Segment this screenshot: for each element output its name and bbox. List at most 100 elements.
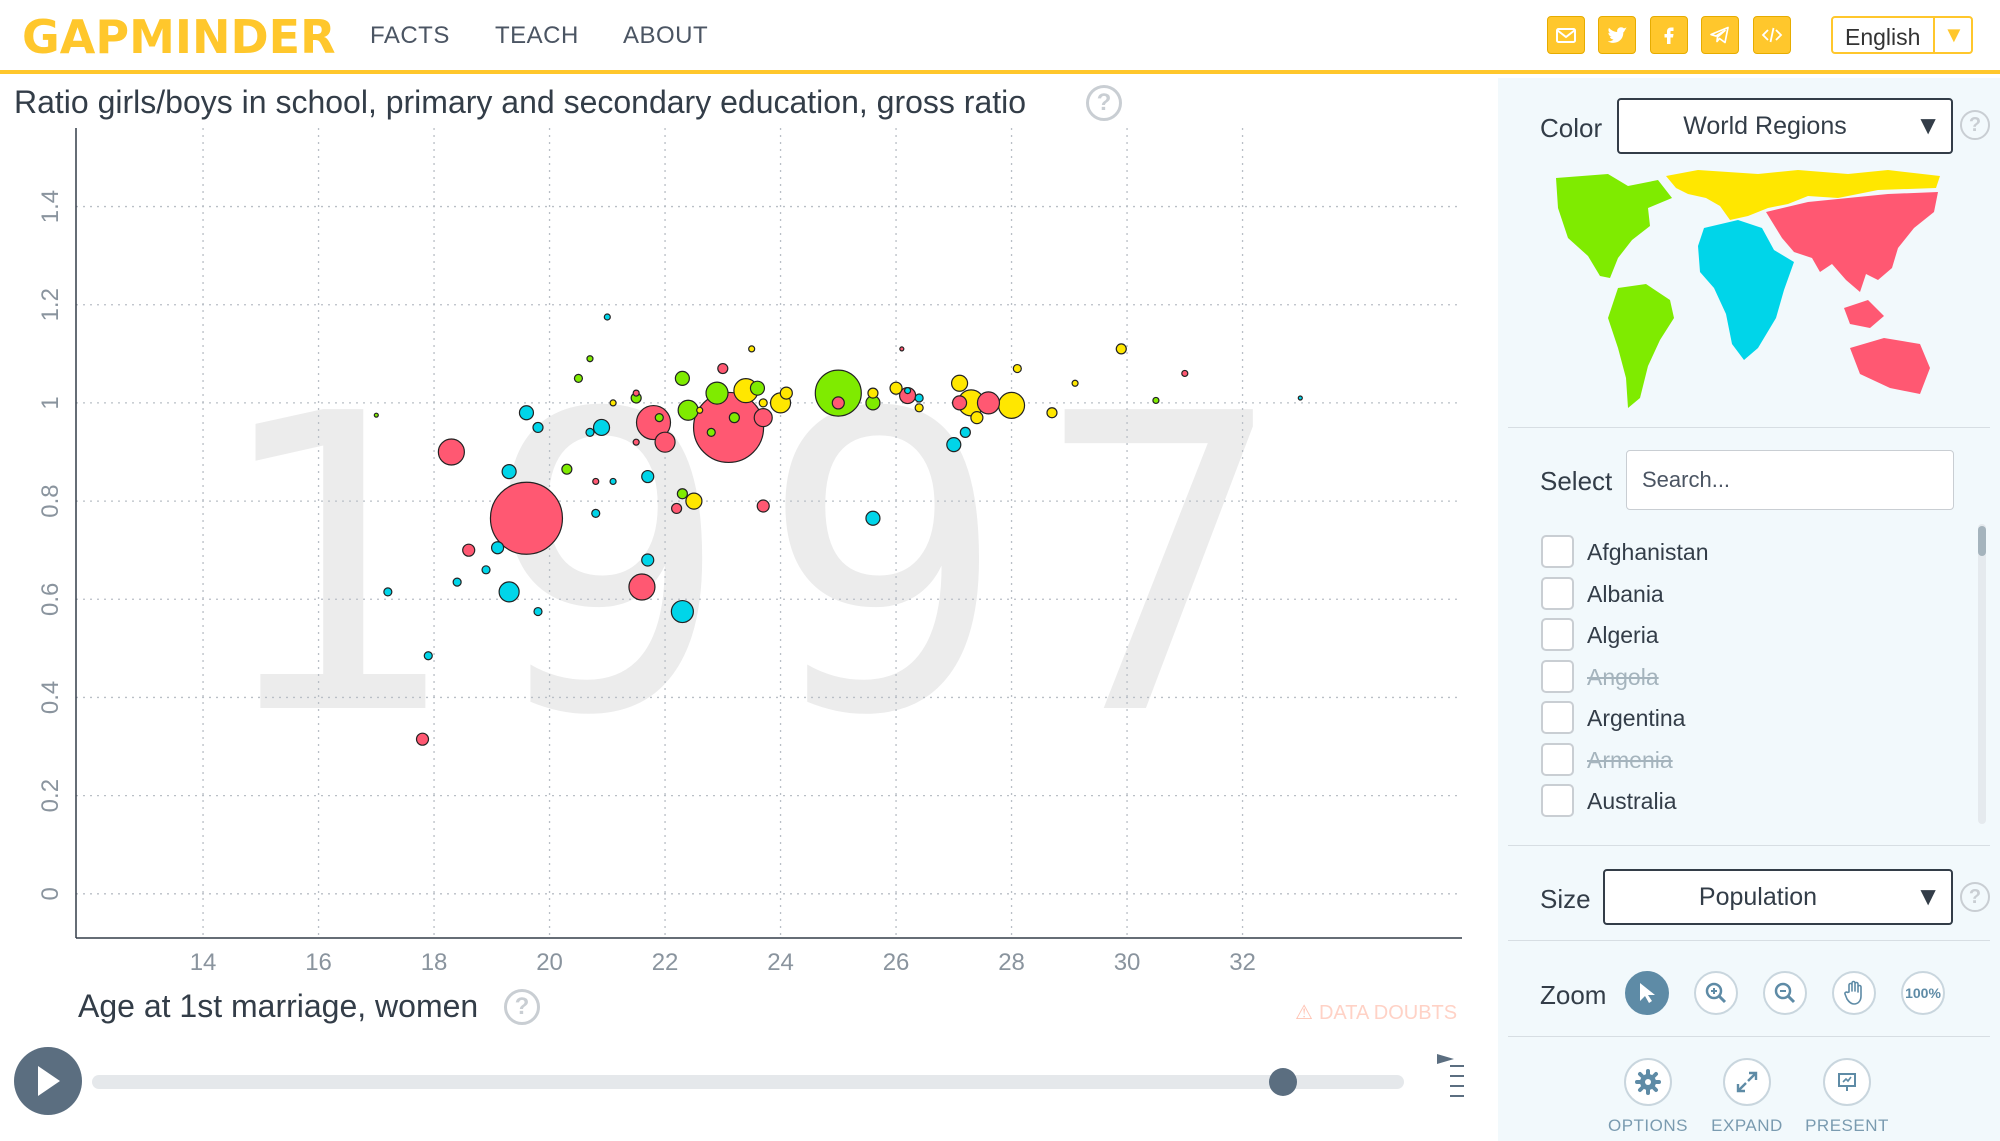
bubble-africa[interactable] <box>501 464 517 480</box>
bubble-europe[interactable] <box>685 492 703 510</box>
bubble-americas[interactable] <box>373 412 379 418</box>
bubble-asia[interactable] <box>592 477 600 486</box>
bubble-asia[interactable] <box>632 438 640 446</box>
bubble-africa[interactable] <box>591 508 601 518</box>
bubble-asia[interactable] <box>462 543 476 557</box>
twitter-share-button[interactable] <box>1598 16 1636 54</box>
bubble-africa[interactable] <box>383 587 393 597</box>
bubble-africa[interactable] <box>670 599 694 624</box>
timeline-slider-track[interactable] <box>92 1075 1404 1089</box>
play-button[interactable] <box>14 1047 82 1115</box>
y-axis-help-icon[interactable]: ? <box>1086 85 1122 121</box>
bubble-africa[interactable] <box>490 541 505 555</box>
bubble-americas[interactable] <box>749 380 766 396</box>
bubble-europe[interactable] <box>1012 363 1022 374</box>
expand-button[interactable]: EXPAND <box>1697 1058 1797 1136</box>
bubble-asia[interactable] <box>831 396 845 410</box>
zoom-reset-button[interactable]: 100% <box>1901 971 1945 1015</box>
bubble-africa[interactable] <box>533 606 543 617</box>
language-select[interactable]: English ▼ <box>1831 16 1973 54</box>
bubble-asia[interactable] <box>670 502 683 515</box>
bubble-africa[interactable] <box>481 565 491 575</box>
bubble-asia[interactable] <box>632 389 640 397</box>
bubble-europe[interactable] <box>609 399 617 407</box>
bubble-africa[interactable] <box>914 393 924 403</box>
country-checkbox[interactable] <box>1541 659 1574 693</box>
bubble-europe[interactable] <box>1071 379 1079 387</box>
bubble-europe[interactable] <box>1046 407 1058 419</box>
nav-teach[interactable]: TEACH <box>495 22 579 50</box>
bubble-europe[interactable] <box>1115 343 1127 355</box>
facebook-share-button[interactable] <box>1650 16 1688 54</box>
bubble-asia[interactable] <box>1181 369 1189 378</box>
country-checkbox[interactable] <box>1541 576 1574 610</box>
bubble-americas[interactable] <box>654 413 664 423</box>
bubble-americas[interactable] <box>706 427 716 437</box>
bubble-europe[interactable] <box>758 398 768 408</box>
bubble-europe[interactable] <box>748 345 756 353</box>
options-button[interactable]: OPTIONS <box>1598 1058 1698 1136</box>
x-axis-title[interactable]: Age at 1st marriage, women <box>78 988 478 1025</box>
nav-about[interactable]: ABOUT <box>623 22 708 50</box>
bubble-americas[interactable] <box>705 381 729 405</box>
data-doubts-link[interactable]: ⚠ DATA DOUBTS <box>1295 1000 1457 1025</box>
country-checkbox[interactable] <box>1541 535 1574 568</box>
size-dropdown[interactable]: Population ▼ <box>1603 869 1953 925</box>
bubble-americas[interactable] <box>674 370 690 386</box>
bubble-africa[interactable] <box>532 421 544 434</box>
bubble-africa[interactable] <box>1297 395 1303 401</box>
bubble-africa[interactable] <box>423 651 433 661</box>
bubble-asia[interactable] <box>753 408 773 428</box>
bubble-asia[interactable] <box>976 391 1001 415</box>
size-help-icon[interactable]: ? <box>1960 882 1990 912</box>
gapminder-logo[interactable]: GAPMINDER <box>22 12 336 62</box>
bubble-europe[interactable] <box>867 387 879 399</box>
x-axis-help-icon[interactable]: ? <box>504 989 540 1025</box>
bubble-americas[interactable] <box>1152 396 1160 405</box>
country-list-scrollbar[interactable] <box>1978 524 1986 824</box>
world-regions-map[interactable] <box>1548 168 1948 413</box>
y-axis-title[interactable]: Ratio girls/boys in school, primary and … <box>14 84 1026 121</box>
bubble-africa[interactable] <box>946 437 962 453</box>
bubble-asia[interactable] <box>951 395 968 411</box>
bubble-asia[interactable] <box>654 431 676 453</box>
bubble-asia[interactable] <box>437 438 465 466</box>
nav-facts[interactable]: FACTS <box>370 22 450 50</box>
pan-hand-button[interactable] <box>1832 971 1876 1015</box>
bubble-africa[interactable] <box>959 426 971 438</box>
embed-share-button[interactable] <box>1753 16 1791 54</box>
bubble-africa[interactable] <box>585 427 595 437</box>
country-checkbox[interactable] <box>1541 784 1574 817</box>
bubble-americas[interactable] <box>561 463 573 475</box>
mail-share-button[interactable] <box>1547 16 1585 54</box>
bubble-europe[interactable] <box>696 406 704 414</box>
bubble-africa[interactable] <box>498 581 520 603</box>
zoom-pointer-button[interactable] <box>1625 971 1669 1015</box>
bubble-americas[interactable] <box>677 399 699 421</box>
bubble-americas[interactable] <box>728 412 740 424</box>
color-dropdown[interactable]: World Regions ▼ <box>1617 98 1953 154</box>
telegram-share-button[interactable] <box>1701 16 1739 54</box>
bubble-africa[interactable] <box>903 387 912 395</box>
bubble-europe[interactable] <box>997 391 1026 419</box>
country-checkbox[interactable] <box>1541 618 1574 651</box>
color-help-icon[interactable]: ? <box>1960 110 1990 140</box>
bubble-asia[interactable] <box>756 499 770 513</box>
bubble-africa[interactable] <box>865 510 881 526</box>
bubble-americas[interactable] <box>586 355 594 363</box>
bubble-africa[interactable] <box>641 469 655 484</box>
present-button[interactable]: PRESENT <box>1797 1058 1897 1136</box>
bubble-americas[interactable] <box>573 373 584 383</box>
bubble-africa[interactable] <box>452 577 462 587</box>
bubble-europe[interactable] <box>970 411 984 425</box>
zoom-out-button[interactable] <box>1763 971 1807 1015</box>
bubble-europe[interactable] <box>779 386 793 400</box>
speed-control-icon[interactable] <box>1436 1050 1464 1105</box>
bubble-asia[interactable] <box>415 732 430 746</box>
timeline-slider-thumb[interactable] <box>1269 1068 1298 1096</box>
bubble-asia[interactable] <box>717 362 729 375</box>
country-checkbox[interactable] <box>1541 701 1574 734</box>
bubble-africa[interactable] <box>641 553 655 567</box>
bubble-africa[interactable] <box>603 313 611 321</box>
zoom-in-button[interactable] <box>1694 971 1738 1015</box>
